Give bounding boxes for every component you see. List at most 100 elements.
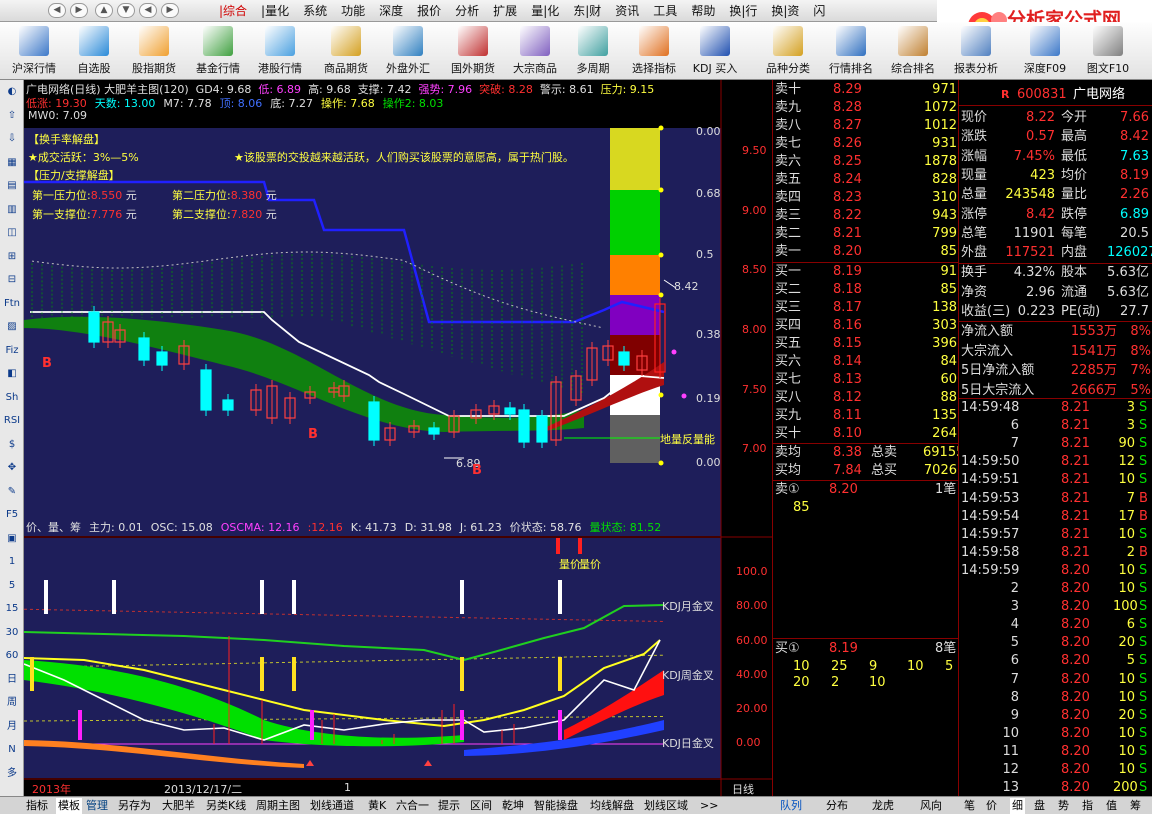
- bottom-tab-12[interactable]: 乾坤: [502, 798, 524, 814]
- nav-right-icon[interactable]: ▶: [161, 3, 179, 18]
- menu-item-15[interactable]: 闪: [806, 0, 832, 22]
- menu-item-0[interactable]: |综合: [212, 0, 254, 22]
- bottom-tab-0[interactable]: 指标: [26, 798, 48, 814]
- left-tool-18[interactable]: F5: [3, 507, 21, 523]
- bottom-tab-16[interactable]: >>: [700, 798, 718, 814]
- left-tool-29[interactable]: 多: [3, 766, 21, 782]
- toolbar-button-7[interactable]: 国外期货: [445, 24, 501, 78]
- left-tool-11[interactable]: Fiz: [3, 343, 21, 359]
- left-tool-27[interactable]: 月: [3, 719, 21, 735]
- panel-tab-0[interactable]: 队列: [780, 798, 802, 814]
- left-tool-3[interactable]: ▦: [3, 155, 21, 171]
- left-tool-20[interactable]: 1: [3, 554, 21, 570]
- menu-item-12[interactable]: 帮助: [684, 0, 722, 22]
- bottom-tab-4[interactable]: 大肥羊: [162, 798, 195, 814]
- left-tool-19[interactable]: ▣: [3, 531, 21, 547]
- detail-tab-1[interactable]: 价: [986, 798, 997, 814]
- left-tool-16[interactable]: ✥: [3, 460, 21, 476]
- left-tool-5[interactable]: ▥: [3, 202, 21, 218]
- left-tool-22[interactable]: 15: [3, 601, 21, 617]
- toolbar-button-4[interactable]: 港股行情: [253, 24, 307, 78]
- toolbar-button-14[interactable]: 综合排名: [885, 24, 941, 78]
- detail-tab-5[interactable]: 指: [1082, 798, 1093, 814]
- left-tool-0[interactable]: ◐: [3, 84, 21, 100]
- bottom-tab-1[interactable]: 模板: [56, 798, 82, 814]
- toolbar-button-13[interactable]: 行情排名: [823, 24, 879, 78]
- left-tool-23[interactable]: 30: [3, 625, 21, 641]
- panel-tab-2[interactable]: 龙虎: [872, 798, 894, 814]
- menu-item-8[interactable]: 量|化: [524, 0, 566, 22]
- menu-item-4[interactable]: 深度: [372, 0, 410, 22]
- menu-item-6[interactable]: 分析: [448, 0, 486, 22]
- toolbar-button-3[interactable]: 基金行情: [190, 24, 246, 78]
- detail-tab-2[interactable]: 细: [1010, 798, 1025, 814]
- nav-down-icon[interactable]: ▼: [117, 3, 135, 18]
- nav-back-icon[interactable]: ◀: [48, 3, 66, 18]
- toolbar-button-5[interactable]: 商品期货: [318, 24, 374, 78]
- detail-tab-6[interactable]: 值: [1106, 798, 1117, 814]
- toolbar-button-12[interactable]: 品种分类: [760, 24, 816, 78]
- nav-left-icon[interactable]: ◀: [139, 3, 157, 18]
- menu-item-9[interactable]: 东|财: [566, 0, 608, 22]
- toolbar-button-8[interactable]: 大宗商品: [508, 24, 562, 78]
- detail-tab-0[interactable]: 笔: [964, 798, 975, 814]
- bottom-tab-15[interactable]: 划线区域: [644, 798, 688, 814]
- bottom-tab-8[interactable]: 黄K: [368, 798, 386, 814]
- bottom-tab-7[interactable]: 划线通道: [310, 798, 354, 814]
- left-tool-13[interactable]: Sh: [3, 390, 21, 406]
- left-tool-2[interactable]: ⇩: [3, 131, 21, 147]
- left-tool-10[interactable]: ▨: [3, 319, 21, 335]
- left-tool-1[interactable]: ⇧: [3, 108, 21, 124]
- bottom-tab-11[interactable]: 区间: [470, 798, 492, 814]
- left-tool-6[interactable]: ◫: [3, 225, 21, 241]
- left-tool-15[interactable]: $: [3, 437, 21, 453]
- toolbar-button-10[interactable]: 选择指标: [626, 24, 682, 78]
- left-tool-21[interactable]: 5: [3, 578, 21, 594]
- nav-forward-icon[interactable]: ▶: [70, 3, 88, 18]
- menu-item-1[interactable]: |量化: [254, 0, 296, 22]
- menu-item-3[interactable]: 功能: [334, 0, 372, 22]
- toolbar-button-9[interactable]: 多周期: [571, 24, 615, 78]
- bottom-tab-3[interactable]: 另存为: [118, 798, 151, 814]
- left-tool-12[interactable]: ◧: [3, 366, 21, 382]
- toolbar-button-1[interactable]: 自选股: [73, 24, 115, 78]
- left-tool-24[interactable]: 60: [3, 648, 21, 664]
- period-label[interactable]: 日线: [732, 781, 754, 797]
- detail-tab-4[interactable]: 势: [1058, 798, 1069, 814]
- panel-tab-1[interactable]: 分布: [826, 798, 848, 814]
- detail-tab-3[interactable]: 盘: [1034, 798, 1045, 814]
- menu-item-13[interactable]: 换|行: [722, 0, 764, 22]
- left-tool-7[interactable]: ⊞: [3, 249, 21, 265]
- left-tool-17[interactable]: ✎: [3, 484, 21, 500]
- bottom-tab-9[interactable]: 六合一: [396, 798, 429, 814]
- left-tool-4[interactable]: ▤: [3, 178, 21, 194]
- menu-item-14[interactable]: 换|资: [764, 0, 806, 22]
- left-tool-25[interactable]: 日: [3, 672, 21, 688]
- detail-tab-7[interactable]: 筹: [1130, 798, 1141, 814]
- toolbar-button-2[interactable]: 股指期货: [126, 24, 182, 78]
- bottom-tab-6[interactable]: 周期主图: [256, 798, 300, 814]
- left-tool-9[interactable]: Ftn: [3, 296, 21, 312]
- menu-item-10[interactable]: 资讯: [608, 0, 646, 22]
- left-tool-26[interactable]: 周: [3, 695, 21, 711]
- bottom-tab-14[interactable]: 均线解盘: [590, 798, 634, 814]
- nav-up-icon[interactable]: ▲: [95, 3, 113, 18]
- bottom-tab-13[interactable]: 智能操盘: [534, 798, 578, 814]
- toolbar-button-6[interactable]: 外盘外汇: [380, 24, 436, 78]
- toolbar-button-16[interactable]: 深度F09: [1020, 24, 1070, 78]
- toolbar-button-0[interactable]: 沪深行情: [8, 24, 60, 78]
- bottom-tab-5[interactable]: 另类K线: [206, 798, 246, 814]
- left-tool-28[interactable]: N: [3, 742, 21, 758]
- toolbar-button-17[interactable]: 图文F10: [1085, 24, 1131, 78]
- toolbar-button-11[interactable]: KDJ 买入: [690, 24, 740, 78]
- left-tool-8[interactable]: ⊟: [3, 272, 21, 288]
- menu-item-11[interactable]: 工具: [646, 0, 684, 22]
- menu-item-5[interactable]: 报价: [410, 0, 448, 22]
- bottom-tab-2[interactable]: 管理: [86, 798, 108, 814]
- panel-tab-3[interactable]: 风向: [920, 798, 942, 814]
- left-tool-14[interactable]: RSI: [3, 413, 21, 429]
- menu-item-2[interactable]: 系统: [296, 0, 334, 22]
- toolbar-button-15[interactable]: 报表分析: [948, 24, 1004, 78]
- menu-item-7[interactable]: 扩展: [486, 0, 524, 22]
- bottom-tab-10[interactable]: 提示: [438, 798, 460, 814]
